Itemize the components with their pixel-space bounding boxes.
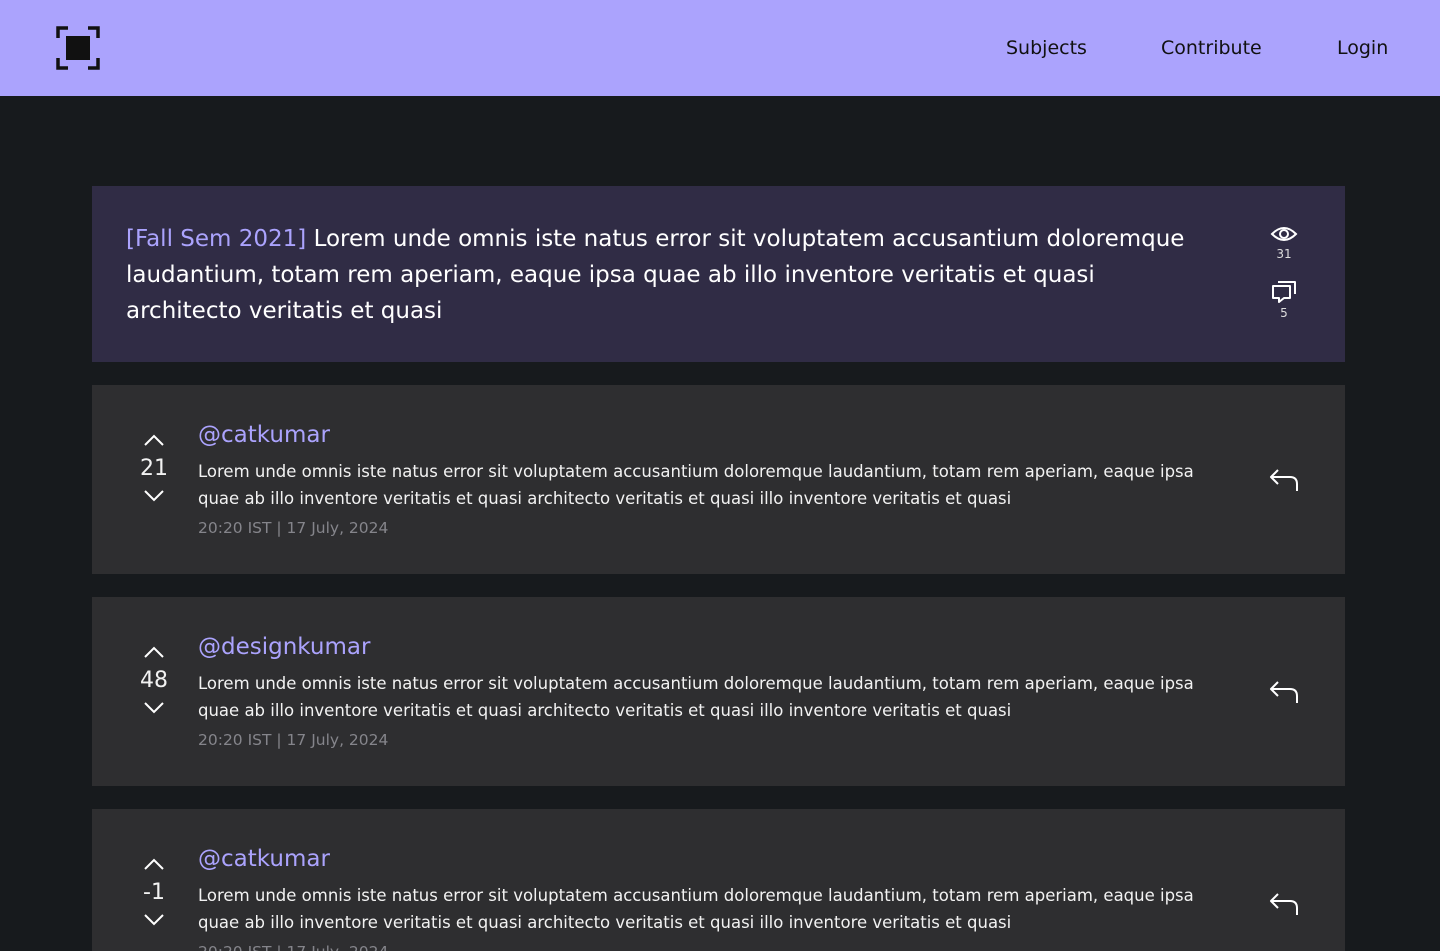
answer-text: Lorem unde omnis iste natus error sit vo… <box>198 674 1194 720</box>
vote-count: 21 <box>140 456 168 481</box>
answer-username[interactable]: @designkumar <box>198 633 370 661</box>
answer-username[interactable]: @catkumar <box>198 421 330 449</box>
reply-icon[interactable] <box>1268 467 1300 493</box>
comments-count: 5 <box>1280 306 1288 320</box>
question-title: [Fall Sem 2021] Lorem unde omnis iste na… <box>126 221 1206 329</box>
reply-icon[interactable] <box>1268 679 1300 705</box>
answer-timestamp: 20:20 IST | 17 July, 2024 <box>198 731 389 749</box>
downvote-chevron-down-icon[interactable] <box>143 701 165 715</box>
reply-icon[interactable] <box>1268 891 1300 917</box>
eye-icon <box>1270 227 1298 241</box>
downvote-chevron-down-icon[interactable] <box>143 489 165 503</box>
views-count: 31 <box>1276 247 1292 261</box>
answer-card: 48 @designkumar Lorem unde omnis iste na… <box>92 597 1345 786</box>
question-card: [Fall Sem 2021] Lorem unde omnis iste na… <box>92 186 1345 362</box>
views-stat: 31 <box>1264 223 1304 261</box>
answer-text: Lorem unde omnis iste natus error sit vo… <box>198 462 1194 508</box>
answer-card: -1 @catkumar Lorem unde omnis iste natus… <box>92 809 1345 951</box>
semester-tag[interactable]: [Fall Sem 2021] <box>126 226 306 252</box>
nav-subjects-link[interactable]: Subjects <box>1006 35 1087 61</box>
nav-login-link[interactable]: Login <box>1337 35 1388 61</box>
comments-icon[interactable] <box>1270 280 1298 304</box>
nav-contribute-link[interactable]: Contribute <box>1161 35 1262 61</box>
answer-username[interactable]: @catkumar <box>198 845 330 873</box>
comments-stat: 5 <box>1264 280 1304 320</box>
upvote-chevron-up-icon[interactable] <box>143 433 165 447</box>
vote-control: -1 <box>132 857 176 927</box>
downvote-chevron-down-icon[interactable] <box>143 913 165 927</box>
vote-control: 48 <box>132 645 176 715</box>
answer-text: Lorem unde omnis iste natus error sit vo… <box>198 886 1194 932</box>
upvote-chevron-up-icon[interactable] <box>143 857 165 871</box>
answer-card: 21 @catkumar Lorem unde omnis iste natus… <box>92 385 1345 574</box>
logo-icon[interactable] <box>56 26 100 70</box>
vote-count: -1 <box>143 880 165 905</box>
vote-count: 48 <box>140 668 168 693</box>
upvote-chevron-up-icon[interactable] <box>143 645 165 659</box>
answer-timestamp: 20:20 IST | 17 July, 2024 <box>198 941 388 951</box>
answer-timestamp: 20:20 IST | 17 July, 2024 <box>198 519 389 537</box>
vote-control: 21 <box>132 433 176 503</box>
navbar: Subjects Contribute Login <box>0 0 1440 96</box>
